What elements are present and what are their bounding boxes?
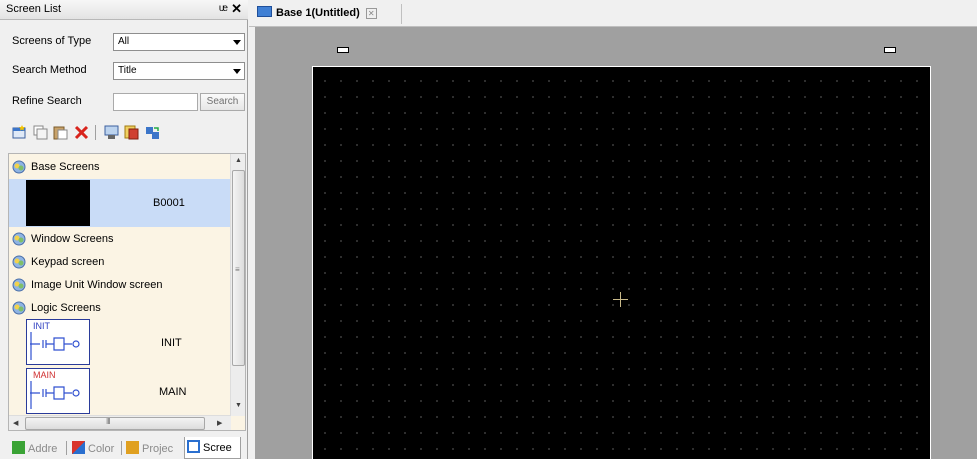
search-method-label: Search Method: [12, 64, 87, 76]
vertical-scrollbar[interactable]: ▲ ≡ ▼: [230, 154, 245, 416]
panel-title: Screen List: [6, 3, 62, 15]
refine-search-row: Refine Search Search: [0, 89, 248, 115]
screen-icon: [187, 440, 200, 453]
group-keypad-screen[interactable]: Keypad screen: [9, 251, 231, 273]
tab-label: Projec: [142, 443, 174, 455]
logic-thumb-label: INIT: [33, 321, 50, 331]
screen-group-icon: [12, 255, 26, 269]
tab-screen[interactable]: Scree: [184, 437, 241, 459]
search-method-select[interactable]: Title: [113, 62, 245, 80]
screens-of-type-label: Screens of Type: [12, 35, 92, 47]
close-icon[interactable]: ✕: [231, 1, 242, 17]
tab-label: Addre: [28, 443, 58, 455]
tab-separator: [121, 441, 122, 455]
list-item-main[interactable]: MAIN MAIN: [9, 368, 231, 416]
toolbar-separator: [95, 125, 96, 140]
screen-group-icon: [12, 160, 26, 174]
tab-title: Base 1(Untitled): [276, 7, 360, 19]
screens-of-type-value: All: [118, 36, 130, 47]
color-icon: [72, 441, 85, 454]
copy-screen-icon[interactable]: [33, 125, 48, 140]
bottom-tab-bar: Addre Color Projec Scree: [8, 437, 248, 459]
pin-icon[interactable]: ᵫ: [219, 3, 228, 14]
crosshair-icon: [613, 292, 628, 307]
grip-icon: ≡: [235, 265, 240, 274]
screens-of-type-select[interactable]: All: [113, 33, 245, 51]
screen-toolbar: [0, 117, 248, 147]
group-label: Image Unit Window screen: [31, 279, 163, 291]
save-screen-icon[interactable]: [104, 125, 119, 140]
list-item-label: B0001: [153, 197, 185, 209]
screen-group-icon: [12, 232, 26, 246]
paste-screen-icon[interactable]: [53, 125, 68, 140]
new-screen-icon[interactable]: [12, 125, 27, 140]
list-item-b0001[interactable]: B0001: [9, 179, 231, 227]
group-label: Keypad screen: [31, 256, 105, 268]
editor-tab-bar: Base 1(Untitled) ✕: [249, 0, 977, 27]
tab-address[interactable]: Addre: [10, 438, 59, 458]
import-icon[interactable]: [145, 125, 160, 140]
delete-screen-icon[interactable]: [74, 125, 89, 140]
tab-base-1[interactable]: Base 1(Untitled) ✕: [257, 6, 377, 24]
group-base-screens[interactable]: Base Screens: [9, 156, 231, 178]
list-item-init[interactable]: INIT INIT: [9, 319, 231, 367]
list-item-label: INIT: [161, 337, 182, 349]
scrollbar-thumb[interactable]: III: [25, 417, 205, 430]
logic-thumbnail: MAIN: [26, 368, 90, 414]
address-icon: [12, 441, 25, 454]
resize-handle-left[interactable]: [337, 47, 349, 53]
scroll-right-icon[interactable]: ▶: [217, 419, 222, 427]
chevron-down-icon: [233, 40, 241, 45]
project-icon: [126, 441, 139, 454]
screen-list[interactable]: Base Screens B0001 Window Screens Keypad…: [8, 153, 246, 431]
horizontal-scrollbar[interactable]: ◀ III ▶: [9, 415, 231, 430]
screens-of-type-row: Screens of Type All: [0, 29, 248, 55]
list-item-label: MAIN: [159, 386, 187, 398]
base-screen-icon: [257, 6, 272, 17]
screen-group-icon: [12, 301, 26, 315]
group-image-unit-window-screen[interactable]: Image Unit Window screen: [9, 274, 231, 296]
search-method-value: Title: [118, 65, 137, 76]
screen-group-icon: [12, 278, 26, 292]
group-window-screens[interactable]: Window Screens: [9, 228, 231, 250]
screen-canvas[interactable]: [312, 66, 931, 459]
grip-icon: III: [106, 417, 111, 426]
chevron-down-icon: [233, 69, 241, 74]
logic-thumbnail: INIT: [26, 319, 90, 365]
scroll-left-icon[interactable]: ◀: [13, 419, 18, 427]
scroll-up-icon[interactable]: ▲: [235, 157, 242, 164]
close-tab-icon[interactable]: ✕: [365, 8, 377, 19]
ladder-icon: [30, 332, 80, 360]
group-label: Window Screens: [31, 233, 114, 245]
editor-workspace[interactable]: [255, 27, 977, 459]
scrollbar-thumb[interactable]: ≡: [232, 170, 245, 366]
tab-label: Scree: [203, 442, 232, 454]
group-label: Base Screens: [31, 161, 100, 173]
search-button[interactable]: Search: [200, 93, 245, 111]
tab-label: Color: [88, 443, 115, 455]
refine-search-label: Refine Search: [12, 95, 82, 107]
screen-list-panel: Screen List ᵫ ✕ Screens of Type All Sear…: [0, 0, 248, 459]
logic-thumb-label: MAIN: [33, 370, 56, 380]
screen-thumbnail: [26, 180, 90, 226]
ladder-icon: [30, 381, 80, 409]
resize-handle-right[interactable]: [884, 47, 896, 53]
group-logic-screens[interactable]: Logic Screens: [9, 297, 231, 319]
tab-project[interactable]: Projec: [124, 438, 175, 458]
panel-header: Screen List ᵫ ✕: [0, 0, 248, 20]
refine-search-input[interactable]: [113, 93, 198, 111]
scroll-down-icon[interactable]: ▼: [235, 402, 242, 409]
tab-separator: [401, 4, 402, 24]
group-label: Logic Screens: [31, 302, 101, 314]
tab-separator: [66, 441, 67, 455]
search-method-row: Search Method Title: [0, 58, 248, 84]
properties-icon[interactable]: [124, 125, 139, 140]
tab-color[interactable]: Color: [70, 438, 116, 458]
